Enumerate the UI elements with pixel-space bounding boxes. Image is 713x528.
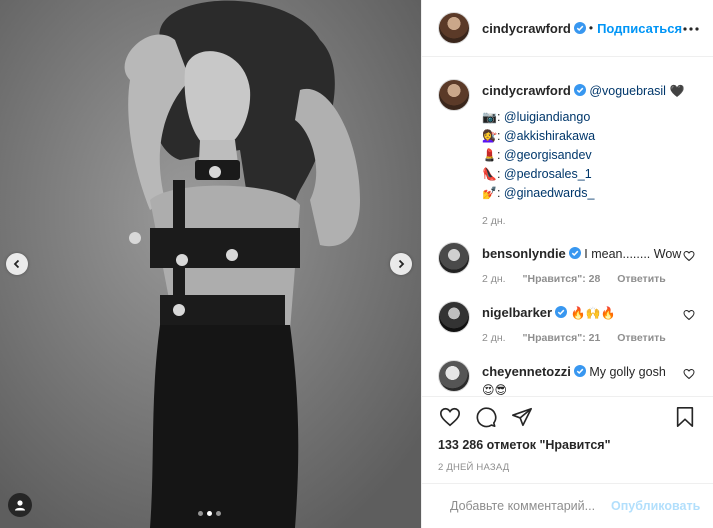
post-actions: 133 286 отметок "Нравится" 2 ДНЕЙ НАЗАД <box>422 396 713 473</box>
verified-badge-icon <box>573 22 586 34</box>
speech-bubble-icon <box>476 407 497 428</box>
post-photo <box>0 0 421 528</box>
action-bar <box>422 397 713 437</box>
chevron-left-icon <box>13 259 20 269</box>
like-comment-heart-icon[interactable] <box>683 309 695 321</box>
like-comment-heart-icon[interactable] <box>683 250 695 262</box>
credit-link[interactable]: @pedrosales_1 <box>504 167 592 181</box>
credit-line: 📷: @luigiandiango <box>482 110 591 124</box>
next-slide-button[interactable] <box>390 253 412 275</box>
comment-username[interactable]: cheyennetozzi <box>482 364 571 379</box>
credit-link[interactable]: @georgisandev <box>504 148 592 162</box>
publish-button[interactable]: Опубликовать <box>611 499 700 513</box>
caption-username[interactable]: cindycrawford <box>482 83 571 98</box>
post-header: cindycrawford • Подписаться <box>422 0 713 57</box>
ellipsis-icon <box>683 27 699 31</box>
comment-time[interactable]: 2 дн. <box>482 273 506 285</box>
comment-text-emoji: 😍😎 <box>482 383 508 396</box>
heel-shoe-emoji: 👠 <box>482 167 497 181</box>
commenter-avatar[interactable] <box>438 242 470 274</box>
comments-list[interactable]: cindycrawford @voguebrasil 🖤 📷: @luigian… <box>422 57 713 396</box>
comment-input[interactable] <box>450 499 611 513</box>
credit-line: 💄: @georgisandev <box>482 148 592 162</box>
carousel-dot-active <box>207 511 212 516</box>
comment-text: My golly gosh <box>589 365 666 379</box>
verified-badge-icon <box>573 84 586 96</box>
post-side-panel: cindycrawford • Подписаться cindycrawfor… <box>421 0 713 528</box>
post-timestamp[interactable]: 2 ДНЕЙ НАЗАД <box>422 462 713 473</box>
author-username[interactable]: cindycrawford <box>482 21 571 36</box>
camera-emoji: 📷 <box>482 110 497 124</box>
chevron-right-icon <box>398 259 405 269</box>
like-button[interactable] <box>438 405 462 429</box>
comment-item: nigelbarker 🔥🙌🔥 2 дн. "Нравится": 21 Отв… <box>438 301 697 347</box>
comment-item: bensonlyndie I mean........ Wow 2 дн. "Н… <box>438 242 697 288</box>
carousel-dot <box>198 511 203 516</box>
follow-button[interactable]: Подписаться <box>597 21 682 36</box>
heart-icon <box>440 407 460 427</box>
author-avatar[interactable] <box>438 12 470 44</box>
commenter-avatar[interactable] <box>438 301 470 333</box>
caption: cindycrawford @voguebrasil 🖤 📷: @luigian… <box>438 79 697 230</box>
share-button[interactable] <box>510 405 534 429</box>
credits-list: 📷: @luigiandiango 💇‍♀️: @akkishirakawa 💄… <box>482 108 697 203</box>
add-comment-bar: Опубликовать <box>422 483 713 528</box>
credit-line: 💅: @ginaedwards_ <box>482 186 595 200</box>
reply-button[interactable]: Ответить <box>617 332 666 344</box>
comment-time[interactable]: 2 дн. <box>482 332 506 344</box>
lipstick-emoji: 💄 <box>482 148 497 162</box>
comment-likes[interactable]: "Нравится": 28 <box>523 273 601 285</box>
save-button[interactable] <box>673 405 697 429</box>
caption-mention-link[interactable]: @voguebrasil <box>589 84 666 98</box>
carousel-dot <box>216 511 221 516</box>
verified-badge-icon <box>555 306 568 318</box>
comment-username[interactable]: nigelbarker <box>482 305 552 320</box>
reply-button[interactable]: Ответить <box>617 273 666 285</box>
comment-text: 🔥🙌🔥 <box>570 306 616 320</box>
like-comment-heart-icon[interactable] <box>683 368 695 380</box>
carousel-indicator <box>198 511 221 516</box>
credit-link[interactable]: @akkishirakawa <box>504 129 595 143</box>
caption-heart-emoji: 🖤 <box>669 84 685 98</box>
comment-text: I mean........ Wow <box>584 247 682 261</box>
credit-line: 💇‍♀️: @akkishirakawa <box>482 129 596 143</box>
haircut-emoji: 💇‍♀️ <box>482 129 497 143</box>
caption-time[interactable]: 2 дн. <box>482 215 506 227</box>
tagged-users-button[interactable] <box>8 493 32 517</box>
bookmark-icon <box>676 407 694 427</box>
commenter-avatar[interactable] <box>438 360 470 392</box>
comment-username[interactable]: bensonlyndie <box>482 246 566 261</box>
credit-link[interactable]: @luigiandiango <box>504 110 590 124</box>
credit-line: 👠: @pedrosales_1 <box>482 167 592 181</box>
comment-item: cheyennetozzi My golly gosh 😍😎 <box>438 360 697 396</box>
likes-count[interactable]: 133 286 отметок "Нравится" <box>422 438 713 452</box>
paper-plane-icon <box>512 407 532 427</box>
previous-slide-button[interactable] <box>6 253 28 275</box>
post-media[interactable] <box>0 0 421 528</box>
comment-button[interactable] <box>474 405 498 429</box>
nail-polish-emoji: 💅 <box>482 186 497 200</box>
comment-likes[interactable]: "Нравится": 21 <box>523 332 601 344</box>
verified-badge-icon <box>568 247 581 259</box>
user-icon <box>15 500 25 511</box>
more-options-button[interactable] <box>683 20 699 34</box>
credit-link[interactable]: @ginaedwards_ <box>504 186 595 200</box>
author-avatar[interactable] <box>438 79 470 111</box>
verified-badge-icon <box>573 365 586 377</box>
